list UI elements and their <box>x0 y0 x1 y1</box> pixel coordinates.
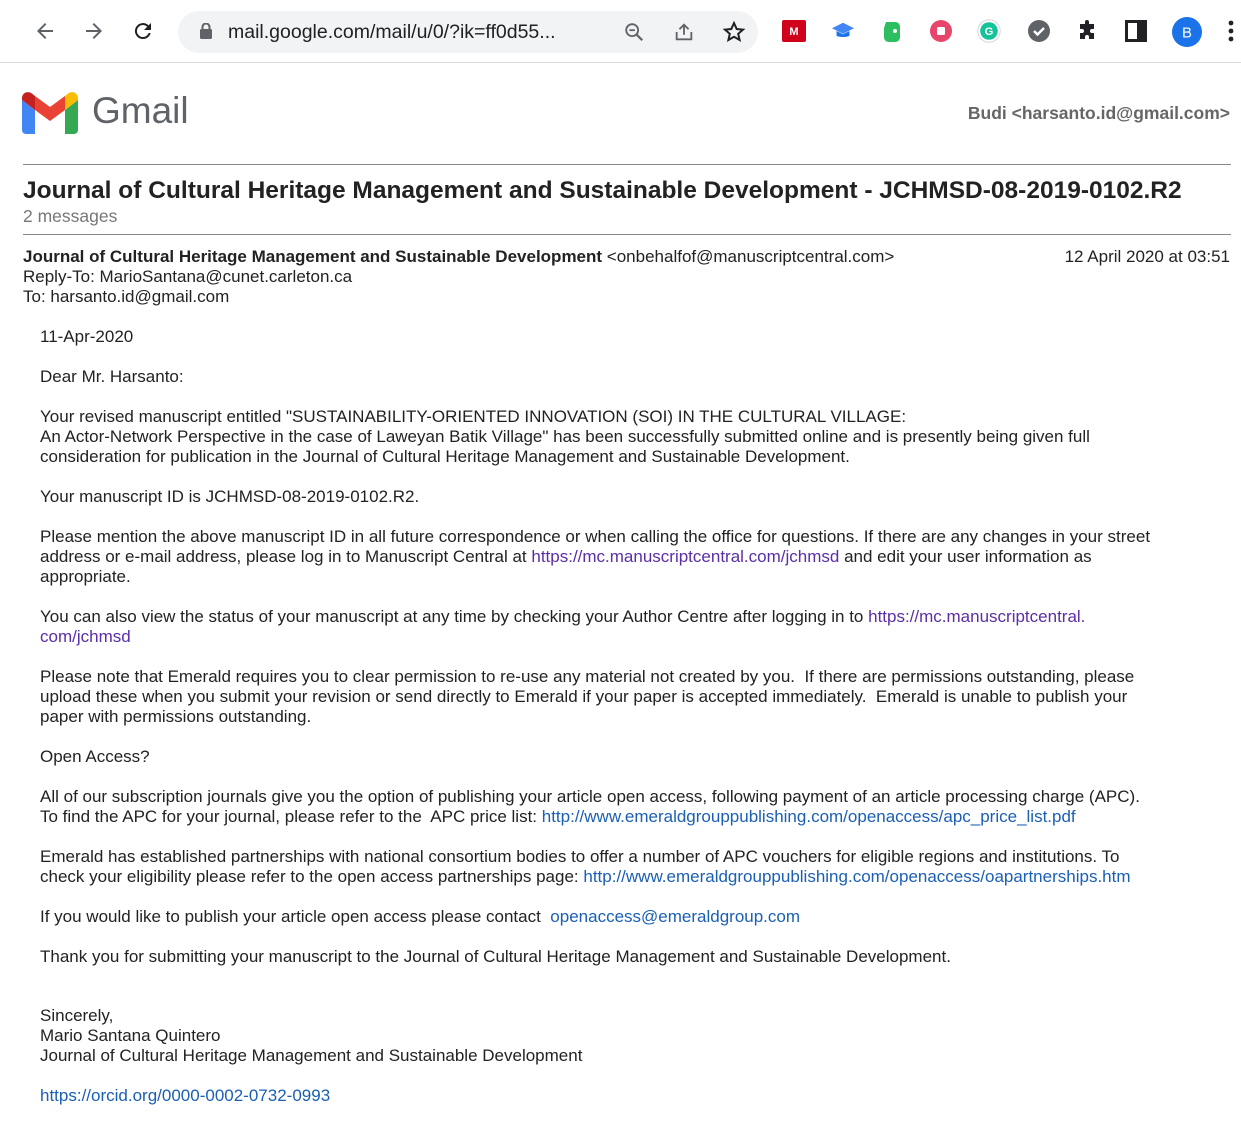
svg-text:M: M <box>789 26 798 38</box>
text-line: Please note that Emerald requires you to… <box>40 667 1135 686</box>
paragraph: All of our subscription journals give yo… <box>40 787 1220 827</box>
evernote-icon[interactable] <box>880 19 904 43</box>
text-line: All of our subscription journals give yo… <box>40 787 1140 806</box>
text-line: If you would like to publish your articl… <box>40 907 551 926</box>
record-icon[interactable] <box>929 19 953 43</box>
text-line: check your eligibility please refer to t… <box>40 867 584 886</box>
bookmark-star-icon[interactable] <box>722 20 746 44</box>
thread-subject: Journal of Cultural Heritage Management … <box>23 177 1182 204</box>
mortarboard-icon[interactable] <box>831 19 855 43</box>
text-line: Your revised manuscript entitled "SUSTAI… <box>40 407 907 426</box>
svg-text:G: G <box>985 26 994 38</box>
paragraph: https://orcid.org/0000-0002-0732-0993 <box>40 1086 1220 1106</box>
author-centre-link[interactable]: com/jchmsd <box>40 627 131 646</box>
text-line: An Actor-Network Perspective in the case… <box>40 427 1090 446</box>
text-line: To find the APC for your journal, please… <box>40 807 542 826</box>
check-circle-icon[interactable] <box>1027 19 1051 43</box>
message-count: 2 messages <box>23 206 118 226</box>
text-line: and edit your user information as <box>839 547 1092 566</box>
grammarly-icon[interactable]: G <box>977 19 1001 43</box>
manuscript-central-link[interactable]: https://mc.manuscriptcentral.com/jchmsd <box>531 547 839 566</box>
message-body: 11-Apr-2020 Dear Mr. Harsanto: Your revi… <box>40 327 1220 1126</box>
manuscript-id-line: Your manuscript ID is JCHMSD-08-2019-010… <box>40 487 420 506</box>
divider <box>23 164 1231 165</box>
signer-name: Mario Santana Quintero <box>40 1026 221 1045</box>
text-line: upload these when you submit your revisi… <box>40 687 1128 706</box>
profile-avatar[interactable]: B <box>1172 17 1202 47</box>
paragraph: You can also view the status of your man… <box>40 607 1220 647</box>
lock-icon[interactable] <box>200 23 212 39</box>
paragraph: Thank you for submitting your manuscript… <box>40 947 951 966</box>
body-date: 11-Apr-2020 <box>40 327 134 346</box>
more-vert-icon[interactable] <box>1224 19 1238 43</box>
text-line: appropriate. <box>40 567 131 586</box>
address-bar[interactable]: mail.google.com/mail/u/0/?ik=ff0d55... <box>178 11 758 53</box>
signature: Sincerely, Mario Santana Quintero Journa… <box>40 1006 1220 1066</box>
paragraph: Please note that Emerald requires you to… <box>40 667 1220 727</box>
text-line: Sincerely, <box>40 1006 114 1025</box>
text-line: paper with permissions outstanding. <box>40 707 312 726</box>
sender-email: <onbehalfof@manuscriptcentral.com> <box>606 247 895 266</box>
paragraph: Your revised manuscript entitled "SUSTAI… <box>40 407 1220 467</box>
message-from: Journal of Cultural Heritage Management … <box>23 247 894 267</box>
svg-text:B: B <box>1182 25 1192 42</box>
orcid-link[interactable]: https://orcid.org/0000-0002-0732-0993 <box>40 1086 330 1105</box>
zoom-icon[interactable] <box>622 20 646 44</box>
openaccess-email-link[interactable]: openaccess@emeraldgroup.com <box>550 907 800 926</box>
greeting: Dear Mr. Harsanto: <box>40 367 184 386</box>
paragraph: Emerald has established partnerships wit… <box>40 847 1220 887</box>
apc-price-list-link[interactable]: http://www.emeraldgrouppublishing.com/op… <box>542 807 1076 826</box>
reload-icon[interactable] <box>126 14 160 48</box>
paragraph: If you would like to publish your articl… <box>40 907 1220 927</box>
signer-journal: Journal of Cultural Heritage Management … <box>40 1046 583 1065</box>
account-label: Budi <harsanto.id@gmail.com> <box>967 103 1230 123</box>
reply-to: Reply-To: MarioSantana@cunet.carleton.ca <box>23 267 353 286</box>
open-access-heading: Open Access? <box>40 747 150 766</box>
gmail-logo-icon <box>22 92 78 139</box>
text-line: address or e-mail address, please log in… <box>40 547 532 566</box>
puzzle-icon[interactable] <box>1076 19 1100 43</box>
sender-name: Journal of Cultural Heritage Management … <box>23 247 603 266</box>
message-date: 12 April 2020 at 03:51 <box>1064 247 1230 266</box>
text-line: consideration for publication in the Jou… <box>40 447 850 466</box>
back-arrow-icon[interactable] <box>28 14 62 48</box>
to-recipient: To: harsanto.id@gmail.com <box>23 287 230 306</box>
author-centre-link[interactable]: https://mc.manuscriptcentral. <box>868 607 1085 626</box>
divider <box>23 234 1231 235</box>
text-line: Please mention the above manuscript ID i… <box>40 527 1151 546</box>
url-text[interactable]: mail.google.com/mail/u/0/?ik=ff0d55... <box>228 21 556 44</box>
browser-toolbar: mail.google.com/mail/u/0/?ik=ff0d55... M… <box>0 0 1241 63</box>
share-icon[interactable] <box>672 20 696 44</box>
forward-arrow-icon[interactable] <box>77 14 111 48</box>
text-line: Emerald has established partnerships wit… <box>40 847 1120 866</box>
side-panel-icon[interactable] <box>1124 19 1148 43</box>
paragraph: Please mention the above manuscript ID i… <box>40 527 1220 587</box>
gmail-wordmark: Gmail <box>92 90 189 131</box>
oa-partnerships-link[interactable]: http://www.emeraldgrouppublishing.com/op… <box>583 867 1130 886</box>
mendeley-icon[interactable]: M <box>782 19 806 43</box>
text-line: You can also view the status of your man… <box>40 607 869 626</box>
